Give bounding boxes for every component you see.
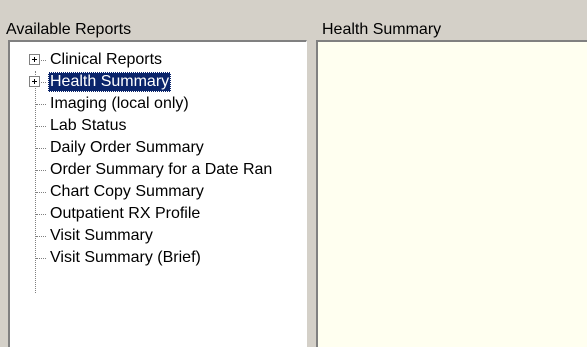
report-viewer-pane[interactable] [316,40,587,347]
tree-item-daily-order-summary[interactable]: Daily Order Summary [10,137,306,159]
expand-plus-icon[interactable] [29,54,40,65]
tree-item-clinical-reports[interactable]: Clinical Reports [10,49,306,71]
tree-item-label[interactable]: Health Summary [48,72,172,92]
tree-item-health-summary[interactable]: Health Summary [10,71,306,93]
tree-branch-line [36,258,46,259]
reports-tree[interactable]: Clinical Reports Health Summary Imaging … [8,40,307,347]
tree-item-label[interactable]: Chart Copy Summary [48,182,206,202]
tree-item-label[interactable]: Clinical Reports [48,50,164,70]
tree-item-visit-summary-brief[interactable]: Visit Summary (Brief) [10,247,306,269]
tree-branch-line [36,170,46,171]
panel-splitter[interactable] [307,40,316,347]
tree-item-visit-summary[interactable]: Visit Summary [10,225,306,247]
tree-branch-line [36,236,46,237]
tree-item-label[interactable]: Visit Summary (Brief) [48,248,203,268]
available-reports-label: Available Reports [6,21,132,38]
tree-branch-line [36,148,46,149]
tree-item-label[interactable]: Outpatient RX Profile [48,204,202,224]
tree-item-chart-copy-summary[interactable]: Chart Copy Summary [10,181,306,203]
tree-item-outpatient-rx-profile[interactable]: Outpatient RX Profile [10,203,306,225]
expand-plus-icon[interactable] [29,76,40,87]
tree-branch-line [36,126,46,127]
tree-branch-line [36,214,46,215]
tree-item-label[interactable]: Visit Summary [48,226,155,246]
report-title-label: Health Summary [322,21,442,38]
tree-item-lab-status[interactable]: Lab Status [10,115,306,137]
tree-item-label[interactable]: Order Summary for a Date Ran [48,160,274,180]
tree-item-imaging[interactable]: Imaging (local only) [10,93,306,115]
tree-branch-line [36,104,46,105]
tree-item-label[interactable]: Lab Status [48,116,129,136]
tree-item-label[interactable]: Daily Order Summary [48,138,206,158]
tree-item-label[interactable]: Imaging (local only) [48,94,191,114]
tree-branch-line [36,192,46,193]
tree-item-order-summary-date-range[interactable]: Order Summary for a Date Ran [10,159,306,181]
